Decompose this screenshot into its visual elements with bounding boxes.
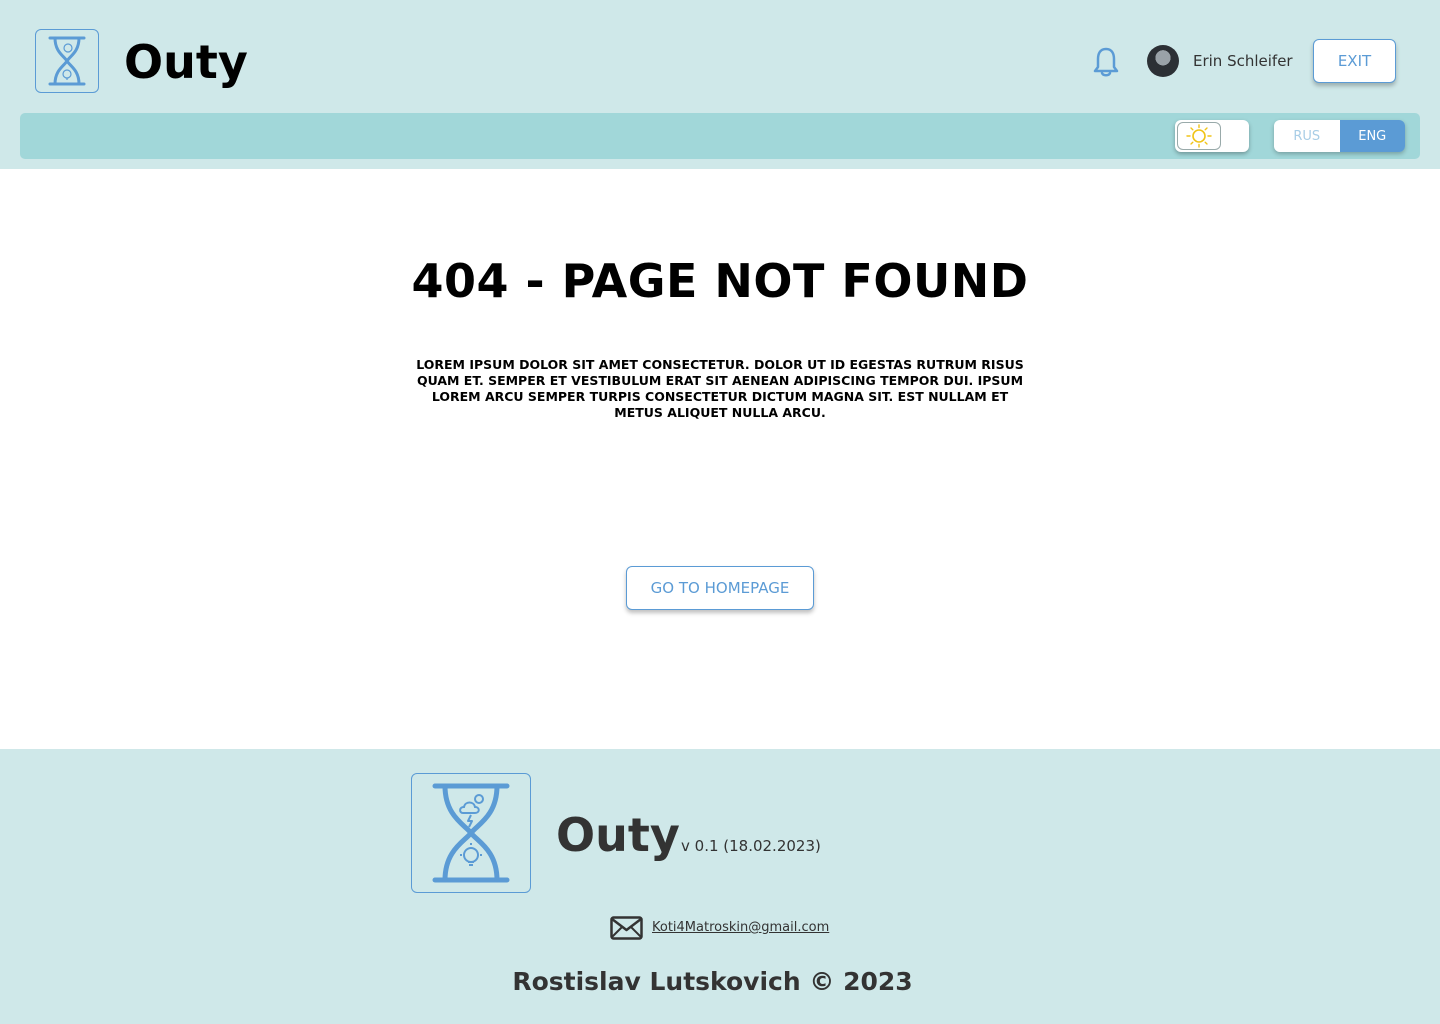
exit-button[interactable]: EXIT	[1313, 39, 1396, 83]
theme-toggle-knob	[1177, 122, 1221, 150]
avatar[interactable]	[1147, 45, 1179, 77]
email-link[interactable]: Koti4Matroskin@gmail.com	[652, 918, 829, 938]
footer-brand-name: Outy	[556, 808, 680, 862]
error-description: LOREM IPSUM DOLOR SIT AMET CONSECTETUR. …	[416, 357, 1024, 420]
lang-rus-button[interactable]: RUS	[1274, 120, 1340, 152]
bell-icon[interactable]	[1092, 46, 1120, 78]
theme-toggle[interactable]	[1175, 120, 1249, 152]
page-title: 404 - PAGE NOT FOUND	[411, 254, 1029, 308]
lang-eng-button[interactable]: ENG	[1339, 120, 1405, 152]
go-to-homepage-button[interactable]: GO TO HOMEPAGE	[626, 566, 814, 610]
version-label: v 0.1 (18.02.2023)	[681, 837, 821, 855]
copyright: Rostislav Lutskovich © 2023	[512, 967, 913, 996]
hourglass-logo-icon	[432, 783, 510, 883]
user-name[interactable]: Erin Schleifer	[1193, 50, 1293, 72]
sun-icon	[1186, 124, 1212, 148]
logo[interactable]	[35, 29, 99, 93]
envelope-icon	[610, 916, 643, 940]
hourglass-logo-icon	[48, 36, 86, 86]
footer-logo	[411, 773, 531, 893]
language-switcher: RUS ENG	[1274, 120, 1405, 152]
brand-name: Outy	[124, 35, 248, 89]
